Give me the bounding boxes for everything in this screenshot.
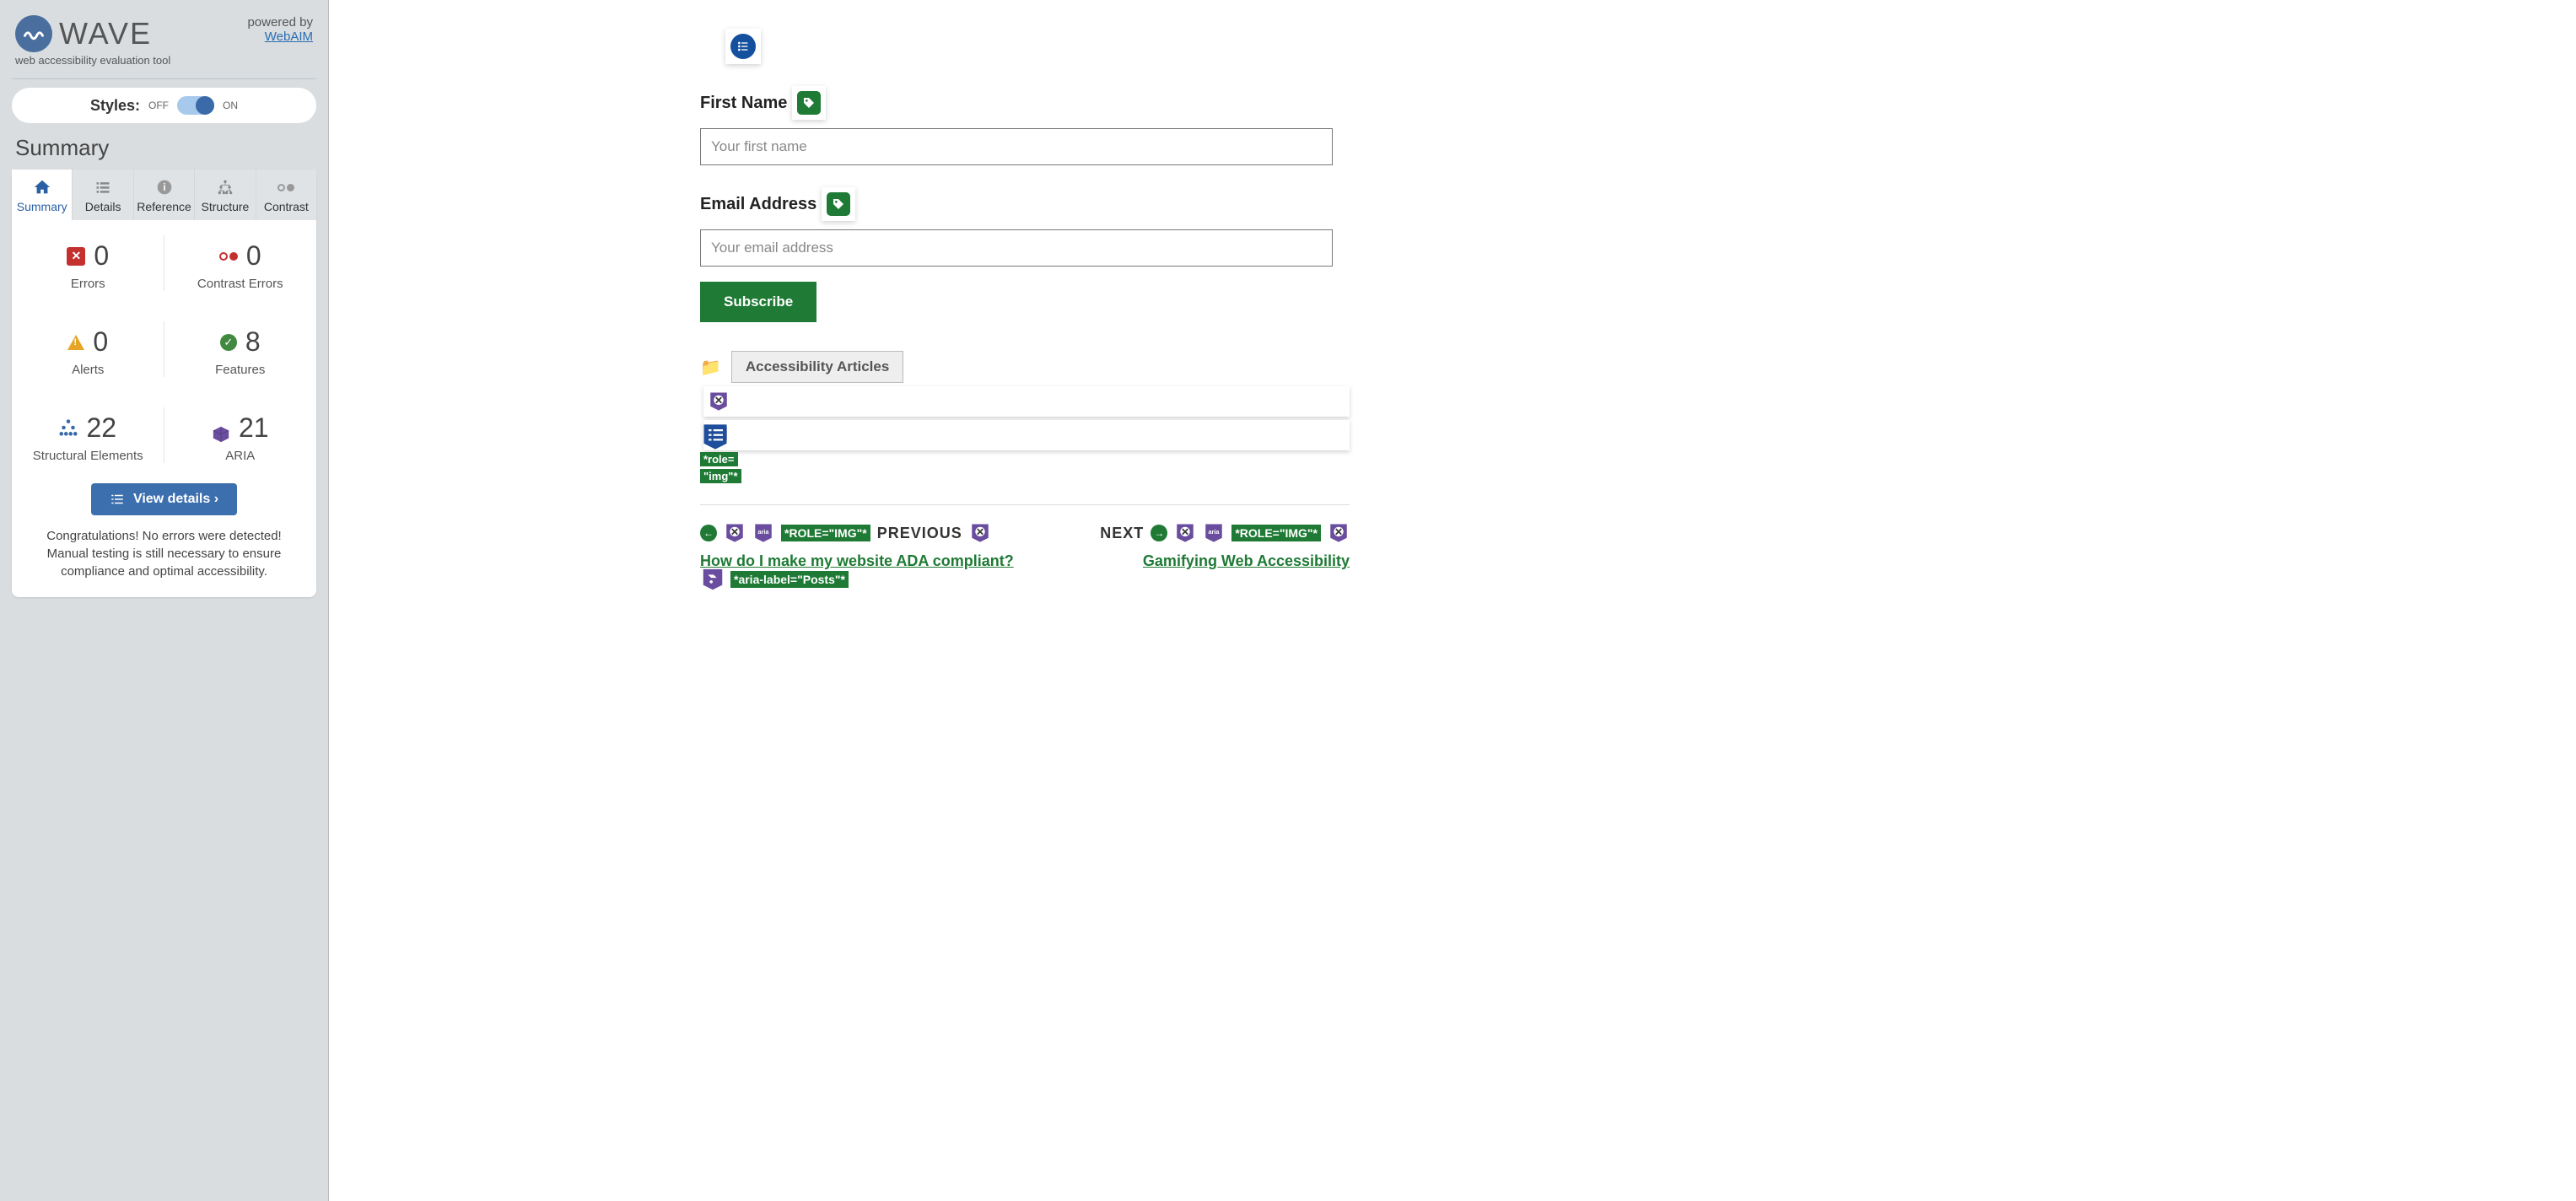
info-icon: i [155, 178, 174, 197]
cell-aria[interactable]: 21 ARIA [164, 392, 317, 478]
tab-reference[interactable]: i Reference [134, 170, 195, 220]
errors-count: 0 [94, 240, 109, 272]
previous-label: PREVIOUS [877, 525, 962, 542]
logo-block: WAVE web accessibility evaluation tool [15, 15, 170, 67]
aria-count: 21 [239, 412, 269, 444]
aria-label: ARIA [171, 449, 310, 463]
svg-text:aria: aria [758, 528, 770, 536]
tab-structure[interactable]: Structure [195, 170, 256, 220]
first-name-label: First Name [700, 94, 787, 113]
contrast-icon [277, 178, 295, 197]
aria-label-posts-marker[interactable]: *aria-label="Posts"* [700, 567, 849, 592]
aria-hidden-icon[interactable] [969, 522, 991, 544]
structural-element-icon[interactable] [700, 422, 730, 456]
wave-sidebar: WAVE web accessibility evaluation tool p… [0, 0, 329, 1201]
powered-by: powered by WebAIM [247, 15, 313, 44]
wave-logo-icon [15, 15, 52, 52]
styles-label: Styles: [90, 97, 140, 115]
form-label-icon[interactable] [822, 187, 855, 221]
view-details-button[interactable]: View details › [91, 483, 237, 515]
aria-role-icon[interactable]: aria [1203, 522, 1225, 544]
structural-icon [59, 412, 78, 444]
first-name-input[interactable] [700, 128, 1333, 165]
summary-card: Summary Details i Reference Structure Co… [12, 170, 316, 597]
brand-subtitle: web accessibility evaluation tool [15, 54, 170, 67]
alerts-count: 0 [93, 326, 108, 358]
form-label-icon[interactable] [792, 86, 826, 120]
email-label: Email Address [700, 195, 816, 214]
aria-icon [212, 419, 230, 438]
aria-role-icon[interactable]: aria [703, 420, 1350, 450]
tree-icon [216, 178, 234, 197]
alerts-label: Alerts [19, 363, 158, 377]
aria-hidden-icon[interactable] [724, 522, 746, 544]
cell-contrast[interactable]: 0 Contrast Errors [164, 220, 317, 306]
list-icon [94, 178, 112, 197]
tab-contrast-label: Contrast [264, 200, 309, 213]
summary-heading: Summary [15, 135, 313, 161]
tab-summary[interactable]: Summary [12, 170, 73, 220]
aria-hidden-icon[interactable] [1328, 522, 1350, 544]
error-icon: ✕ [67, 247, 85, 266]
next-role-text: *ROLE="IMG"* [1231, 525, 1321, 541]
styles-off-text: OFF [148, 100, 169, 111]
cell-errors[interactable]: ✕ 0 Errors [12, 220, 164, 306]
divider [12, 78, 316, 79]
styles-toggle-bar: Styles: OFF ON [12, 88, 316, 123]
contrast-count: 0 [246, 240, 261, 272]
congrats-text: Congratulations! No errors were detected… [12, 527, 316, 597]
next-post-link[interactable]: Gamifying Web Accessibility [1143, 552, 1350, 570]
styles-on-text: ON [223, 100, 238, 111]
powered-prefix: powered by [247, 15, 313, 30]
tab-reference-label: Reference [137, 200, 191, 213]
cell-structural[interactable]: 22 Structural Elements [12, 392, 164, 478]
aria-role-icon[interactable]: aria [752, 522, 774, 544]
tab-contrast[interactable]: Contrast [256, 170, 316, 220]
webaim-link[interactable]: WebAIM [265, 30, 313, 44]
arrow-right-icon: → [1151, 525, 1167, 541]
post-navigation: ← aria *ROLE="IMG"* PREVIOUS How do I ma… [700, 522, 1350, 570]
divider [700, 504, 1350, 505]
cell-alerts[interactable]: 0 Alerts [12, 306, 164, 392]
summary-grid: ✕ 0 Errors 0 Contrast Errors 0 Alerts ✓ 8 … [12, 220, 316, 478]
brand-text: WAVE [59, 16, 152, 51]
structural-count: 22 [86, 412, 116, 444]
arrow-left-icon: ← [700, 525, 717, 541]
features-label: Features [171, 363, 310, 377]
folder-icon: 📁 [700, 357, 721, 378]
feature-icon: ✓ [220, 334, 237, 351]
email-input[interactable] [700, 229, 1333, 267]
tab-details[interactable]: Details [73, 170, 133, 220]
contrast-error-icon [219, 252, 238, 261]
errors-label: Errors [19, 277, 158, 291]
tab-summary-label: Summary [17, 200, 67, 213]
subscribe-button[interactable]: Subscribe [700, 282, 816, 322]
prev-role-text: *ROLE="IMG"* [781, 525, 870, 541]
tab-bar: Summary Details i Reference Structure Co… [12, 170, 316, 220]
tab-structure-label: Structure [202, 200, 250, 213]
cell-features[interactable]: ✓ 8 Features [164, 306, 317, 392]
aria-hidden-icon[interactable] [703, 386, 1350, 417]
svg-text:aria: aria [1209, 528, 1221, 536]
unordered-list-icon[interactable] [725, 29, 761, 64]
alert-icon [67, 335, 84, 350]
aria-label-text: *aria-label="Posts"* [730, 571, 849, 588]
svg-text:i: i [163, 182, 165, 193]
category-row: 📁 Accessibility Articles [700, 351, 1350, 383]
category-tag[interactable]: Accessibility Articles [731, 351, 903, 383]
structural-label: Structural Elements [19, 449, 158, 463]
sidebar-header: WAVE web accessibility evaluation tool p… [12, 8, 316, 78]
features-count: 8 [245, 326, 261, 358]
view-details-label: View details › [133, 492, 218, 507]
list-icon [110, 492, 125, 507]
role-img-text-b: "img"* [700, 469, 741, 483]
page-content: *aria-label="Posts"* First Name Email Ad… [329, 0, 2576, 1201]
home-icon [33, 178, 51, 197]
next-label: NEXT [1100, 525, 1144, 542]
styles-toggle[interactable] [177, 96, 214, 115]
aria-hidden-icon[interactable] [1174, 522, 1196, 544]
contrast-label: Contrast Errors [171, 277, 310, 291]
tab-details-label: Details [85, 200, 121, 213]
